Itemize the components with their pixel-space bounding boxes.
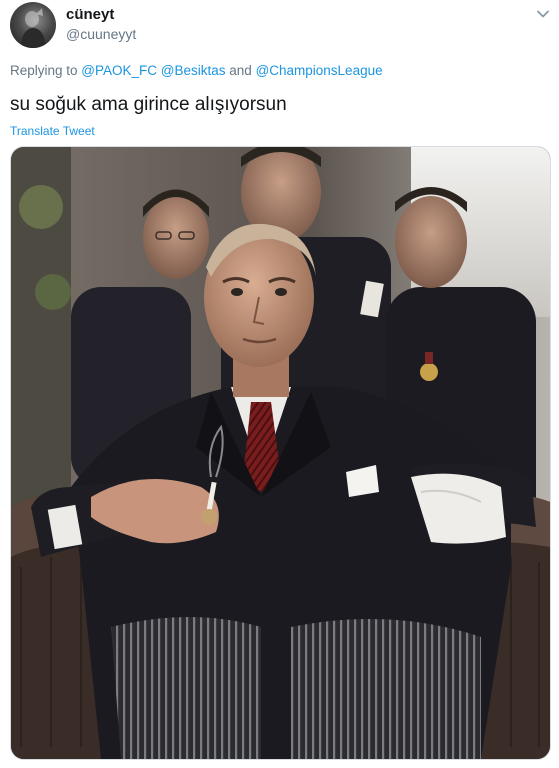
replying-to: Replying to @PAOK_FC @Besiktas and @Cham… (10, 63, 383, 78)
reply-and: and (225, 63, 256, 78)
tweet-header: cüneyt @cuuneyyt (0, 0, 559, 56)
translate-tweet-link[interactable]: Translate Tweet (10, 124, 95, 138)
avatar[interactable] (10, 2, 56, 48)
chevron-down-icon[interactable] (533, 4, 553, 24)
reply-prefix: Replying to (10, 63, 82, 78)
handle[interactable]: @cuuneyyt (66, 26, 136, 42)
mention-championsleague[interactable]: @ChampionsLeague (256, 63, 383, 78)
mention-paok[interactable]: @PAOK_FC (81, 63, 157, 78)
display-name[interactable]: cüneyt (66, 6, 114, 23)
tweet-photo[interactable] (10, 146, 551, 760)
tweet-text: su soğuk ama girince alışıyorsun (10, 94, 287, 115)
mention-besiktas[interactable]: @Besiktas (161, 63, 226, 78)
